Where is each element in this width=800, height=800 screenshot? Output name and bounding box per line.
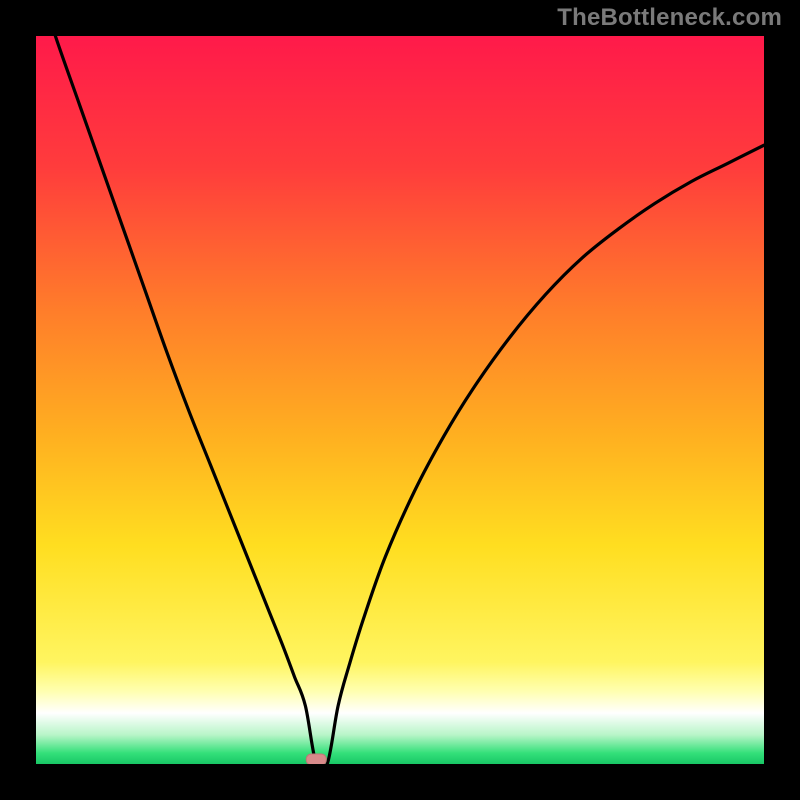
- watermark-text: TheBottleneck.com: [557, 4, 782, 32]
- chart-svg: [36, 36, 764, 764]
- minimum-marker: [306, 754, 326, 764]
- chart-frame: TheBottleneck.com: [0, 0, 800, 800]
- plot-area: [36, 36, 764, 764]
- chart-background: [36, 36, 764, 764]
